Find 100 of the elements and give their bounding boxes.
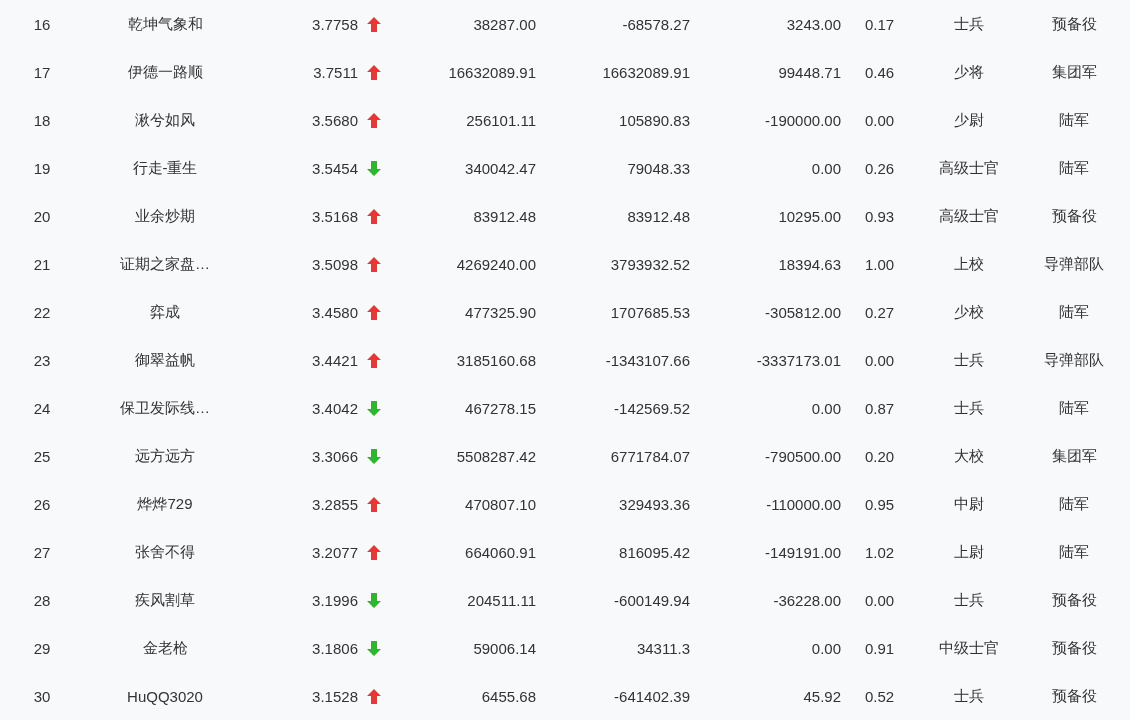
rank-title-cell: 中尉 [954,494,984,514]
table-cell: 38287.00 [473,15,536,33]
table-cell: -790500.00 [765,447,841,465]
unit-cell: 陆军 [1059,158,1089,178]
table-cell: 0.00 [811,399,841,417]
table-cell: 3185160.68 [456,351,536,369]
unit-cell: 预备役 [1051,14,1097,34]
ratio-cell: 0.95 [865,495,895,513]
table-cell: 10295.00 [778,207,841,225]
table-cell: 470807.10 [465,495,536,513]
unit-cell: 陆军 [1059,398,1089,418]
unit-cell: 陆军 [1059,110,1089,130]
rank-cell: 28 [33,591,51,609]
rank-cell: 24 [33,399,51,417]
unit-cell: 集团军 [1051,62,1097,82]
score-cell: 3.7758 [312,15,358,33]
ratio-cell: 1.02 [865,543,895,561]
rank-title-cell: 士兵 [954,590,984,610]
score-cell: 3.1806 [312,639,358,657]
table-cell: 0.00 [811,639,841,657]
rank-cell: 26 [33,495,51,513]
ratio-cell: 0.87 [865,399,895,417]
up-arrow-icon [367,304,381,320]
up-arrow-icon [367,64,381,80]
up-arrow-icon [367,256,381,272]
unit-cell: 预备役 [1051,686,1097,706]
ratio-cell: 0.00 [865,351,895,369]
table-cell: 6771784.07 [610,447,690,465]
down-arrow-icon [367,640,381,656]
unit-cell: 预备役 [1051,638,1097,658]
table-cell: 477325.90 [465,303,536,321]
score-cell: 3.5454 [312,159,358,177]
ratio-cell: 0.00 [865,111,895,129]
name-cell: 弈成 [150,302,180,322]
rank-cell: 25 [33,447,51,465]
rank-title-cell: 士兵 [954,398,984,418]
up-arrow-icon [367,352,381,368]
table-cell: -305812.00 [765,303,841,321]
rank-title-cell: 少校 [954,302,984,322]
name-cell: 湫兮如风 [135,110,195,130]
unit-cell: 陆军 [1059,494,1089,514]
up-arrow-icon [367,688,381,704]
rank-title-cell: 中级士官 [939,638,999,658]
up-arrow-icon [367,496,381,512]
table-cell: -1343107.66 [605,351,690,369]
table-cell: -641402.39 [614,687,690,705]
score-cell: 3.5168 [312,207,358,225]
ratio-cell: 0.17 [865,15,895,33]
name-cell: HuQQ3020 [127,687,203,705]
score-cell: 3.2855 [312,495,358,513]
table-cell: 34311.3 [636,639,690,657]
table-cell: -3337173.01 [756,351,841,369]
name-cell: 业余炒期 [135,206,195,226]
table-cell: 1707685.53 [610,303,690,321]
score-cell: 3.7511 [313,63,358,81]
table-cell: -110000.00 [766,495,841,513]
ratio-cell: 0.52 [865,687,895,705]
table-cell: 329493.36 [619,495,690,513]
rank-cell: 19 [33,159,51,177]
score-cell: 3.4042 [312,399,358,417]
table-cell: 3243.00 [786,15,841,33]
rank-title-cell: 士兵 [954,686,984,706]
ratio-cell: 0.27 [865,303,895,321]
table-cell: 4269240.00 [456,255,536,273]
name-cell: 御翠益帆 [135,350,195,370]
unit-cell: 集团军 [1051,446,1097,466]
score-cell: 3.3066 [312,447,358,465]
table-cell: 18394.63 [778,255,841,273]
up-arrow-icon [367,208,381,224]
score-cell: 3.1528 [312,687,358,705]
table-cell: 0.00 [811,159,841,177]
ratio-cell: 0.91 [865,639,895,657]
unit-cell: 陆军 [1059,302,1089,322]
rank-cell: 16 [33,15,51,33]
table-cell: 16632089.91 [448,63,536,81]
rank-cell: 27 [33,543,51,561]
score-cell: 3.1996 [312,591,358,609]
table-cell: 816095.42 [619,543,690,561]
unit-cell: 预备役 [1051,206,1097,226]
table-cell: 105890.83 [619,111,690,129]
unit-cell: 导弹部队 [1044,350,1104,370]
table-cell: 83912.48 [473,207,536,225]
rank-title-cell: 大校 [954,446,984,466]
table-cell: 5508287.42 [456,447,536,465]
table-cell: 204511.11 [467,591,536,609]
score-cell: 3.5680 [312,111,358,129]
table-cell: 99448.71 [778,63,841,81]
table-cell: -68578.27 [622,15,690,33]
rank-title-cell: 少将 [954,62,984,82]
down-arrow-icon [367,448,381,464]
rank-title-cell: 士兵 [954,14,984,34]
rank-cell: 22 [33,303,51,321]
name-cell: 金老枪 [142,638,188,658]
table-cell: 79048.33 [627,159,690,177]
rank-cell: 21 [33,255,51,273]
score-cell: 3.4421 [312,351,358,369]
table-cell: -600149.94 [614,591,690,609]
table-cell: 83912.48 [627,207,690,225]
table-cell: 45.92 [803,687,841,705]
name-cell: 乾坤气象和 [127,14,203,34]
